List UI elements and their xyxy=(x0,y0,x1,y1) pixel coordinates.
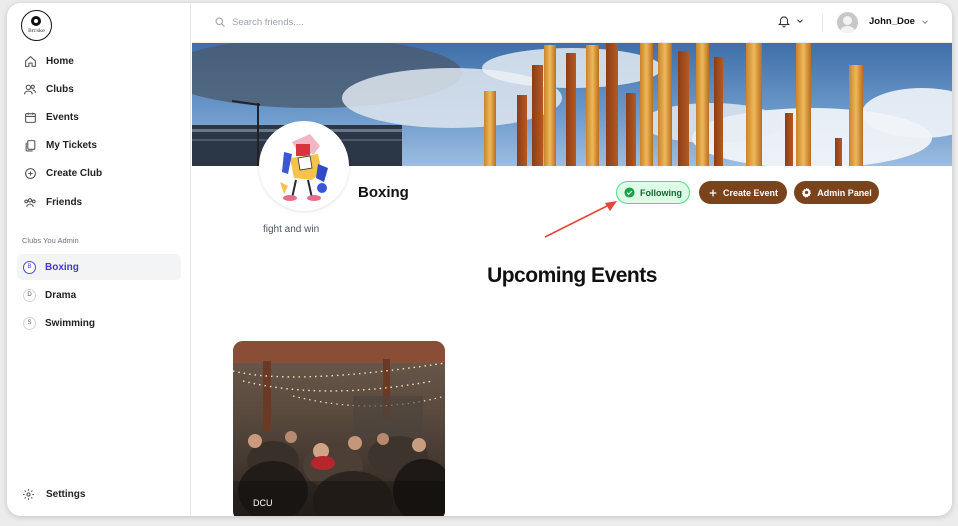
header-divider xyxy=(822,14,823,32)
sidebar-item-friends[interactable]: Friends xyxy=(17,189,181,215)
sidebar-club-drama[interactable]: D Drama xyxy=(17,282,181,308)
chevron-down-icon[interactable] xyxy=(920,17,930,27)
username[interactable]: John_Doe xyxy=(869,16,915,27)
sidebar-item-label: Friends xyxy=(46,196,83,208)
create-event-label: Create Event xyxy=(722,187,779,198)
calendar-icon xyxy=(22,109,38,125)
following-button[interactable]: Following xyxy=(616,181,690,204)
club-initial-badge: D xyxy=(23,288,36,302)
search-icon xyxy=(215,17,225,27)
top-bar: John_Doe xyxy=(192,3,952,43)
club-initial-badge: S xyxy=(23,316,36,330)
logo-wordmark: Brrske xyxy=(27,28,45,34)
club-name: Boxing xyxy=(358,184,409,201)
annotation-arrow-icon xyxy=(544,201,617,238)
gear-icon xyxy=(801,187,812,198)
club-profile-image xyxy=(259,121,349,211)
sidebar: Brrske Home Clubs Events My Tickets Crea… xyxy=(7,3,191,516)
sidebar-item-label: Settings xyxy=(46,488,86,500)
club-initial-badge: B xyxy=(23,260,36,274)
home-icon xyxy=(22,53,38,69)
chevron-down-icon[interactable] xyxy=(795,16,805,26)
sidebar-item-my-tickets[interactable]: My Tickets xyxy=(17,132,181,158)
search-input[interactable] xyxy=(232,13,492,31)
create-event-button[interactable]: Create Event xyxy=(699,181,787,204)
sidebar-club-label: Drama xyxy=(45,289,77,301)
club-description: fight and win xyxy=(263,224,320,235)
sidebar-item-label: Home xyxy=(46,55,74,67)
sidebar-item-events[interactable]: Events xyxy=(17,104,181,130)
sidebar-club-label: Boxing xyxy=(45,261,79,273)
logo-mark-icon xyxy=(31,16,41,26)
app-logo[interactable]: Brrske xyxy=(21,10,52,41)
bell-icon[interactable] xyxy=(777,13,791,29)
upcoming-events-heading: Upcoming Events xyxy=(487,264,657,287)
sidebar-club-boxing[interactable]: B Boxing xyxy=(17,254,181,280)
sidebar-item-create-club[interactable]: Create Club xyxy=(17,160,181,186)
sidebar-item-label: Create Club xyxy=(46,167,103,179)
sidebar-club-label: Swimming xyxy=(45,317,96,329)
sidebar-item-settings[interactable]: Settings xyxy=(17,481,181,507)
following-label: Following xyxy=(640,187,682,198)
sidebar-item-home[interactable]: Home xyxy=(17,48,181,74)
event-card-image xyxy=(233,341,445,516)
sidebar-item-clubs[interactable]: Clubs xyxy=(17,76,181,102)
sidebar-item-label: Events xyxy=(46,111,79,123)
app-window: Brrske Home Clubs Events My Tickets Crea… xyxy=(7,3,952,516)
event-card[interactable]: DCU xyxy=(233,341,445,516)
plus-circle-icon xyxy=(22,165,38,181)
sidebar-item-label: My Tickets xyxy=(46,139,97,151)
users-icon xyxy=(22,81,38,97)
friends-icon xyxy=(22,194,38,210)
gear-icon xyxy=(22,486,38,502)
plus-icon xyxy=(708,188,718,198)
admin-panel-label: Admin Panel xyxy=(817,187,872,198)
sidebar-club-swimming[interactable]: S Swimming xyxy=(17,310,181,336)
avatar[interactable] xyxy=(837,12,858,33)
admin-panel-button[interactable]: Admin Panel xyxy=(794,181,879,204)
sidebar-item-label: Clubs xyxy=(46,83,74,95)
event-location: DCU xyxy=(253,498,273,508)
ticket-icon xyxy=(22,137,38,153)
clubs-you-admin-heading: Clubs You Admin xyxy=(22,236,79,245)
